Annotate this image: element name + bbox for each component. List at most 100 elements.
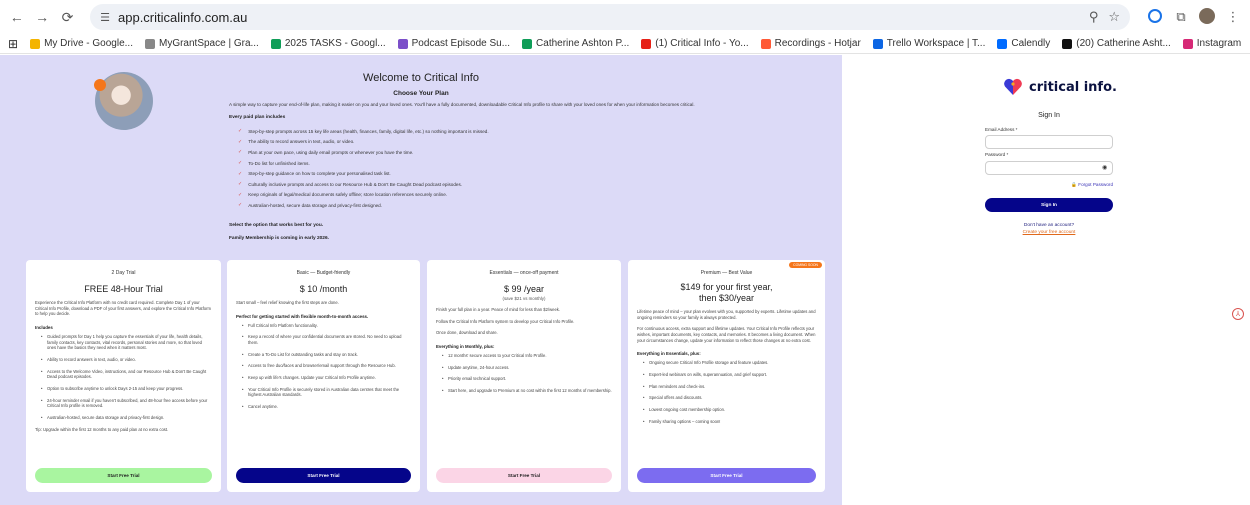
premium-card: COMING SOON Premium — Best Value $149 fo…	[628, 260, 825, 492]
card-includes: Includes	[35, 325, 53, 331]
bookmark-favicon-icon	[144, 38, 155, 49]
bookmark-item[interactable]: (1) Critical Info - Yo...	[641, 38, 749, 49]
every-plan-heading: Every paid plan includes	[229, 115, 286, 120]
bookmark-item[interactable]: Catherine Ashton P...	[522, 38, 629, 49]
card-list-item: Access to free duo/faces and browser/ema…	[242, 363, 411, 369]
card-items: Guided prompts for Day 1 help you captur…	[35, 334, 212, 421]
feature-item: ✓ To-Do list for unfinished items.	[238, 158, 798, 169]
password-label: Password *	[985, 152, 1009, 157]
password-input[interactable]	[985, 161, 1113, 175]
extensions-puzzle-icon[interactable]: ⧉	[1170, 9, 1192, 25]
card-list-item: Australian-hosted, secure data storage a…	[41, 415, 212, 421]
bookmark-label: 2025 TASKS - Googl...	[284, 38, 386, 49]
choose-plan-heading: Choose Your Plan	[393, 90, 449, 97]
bookmark-item[interactable]: MyGrantSpace | Gra...	[144, 38, 259, 49]
bookmark-item[interactable]: (20) Catherine Asht...	[1062, 38, 1171, 49]
bookmark-label: My Drive - Google...	[44, 38, 133, 49]
card-desc-1: Lifetime peace of mind – your plan evolv…	[637, 309, 816, 320]
card-title: Premium — Best Value	[700, 270, 753, 276]
bookmark-label: Podcast Episode Su...	[411, 38, 511, 49]
sidebar-extension-icon[interactable]: ⅄	[1232, 308, 1244, 320]
bookmark-label: Catherine Ashton P...	[536, 38, 630, 49]
feature-item: ✓ Culturally inclusive prompts and access…	[238, 179, 798, 190]
profile-avatar[interactable]	[1196, 7, 1218, 27]
bookmark-item[interactable]: My Drive - Google...	[30, 38, 133, 49]
card-heading: Everything in Monthly, plus:	[436, 344, 495, 350]
reload-icon[interactable]: ⟳	[57, 6, 78, 28]
card-price: $ 99 /year	[503, 284, 545, 294]
basic-card: Basic — Budget-friendly $ 10 /month Star…	[227, 260, 420, 492]
card-items: Full Critical Info Platform functionalit…	[236, 323, 411, 410]
essentials-card: Essentials — once-off payment $ 99 /year…	[427, 260, 621, 492]
bookmark-item[interactable]: Instagram	[1182, 38, 1241, 49]
feature-text: Plan at your own pace, using daily email…	[248, 149, 414, 155]
feature-item: ✓ Step-by-step guidance on how to complet…	[238, 168, 798, 179]
check-icon: ✓	[238, 160, 243, 167]
card-items: 12 months' secure access to your Critica…	[436, 353, 612, 394]
feature-item: ✓ Step-by-step prompts across 15 key life…	[238, 126, 798, 137]
basic-start-button[interactable]: Start Free Trial	[236, 468, 411, 483]
card-list-item: Your Critical Info Profile is securely s…	[242, 387, 411, 398]
card-list-item: Start here, and upgrade to Premium at no…	[442, 388, 612, 394]
trial-start-button[interactable]: Start Free Trial	[35, 468, 212, 483]
bookmark-label: MyGrantSpace | Gra...	[158, 38, 259, 49]
feature-item: ✓ Keep originals of legal/medical documen…	[238, 190, 798, 201]
premium-start-button[interactable]: Start Free Trial	[637, 468, 816, 483]
create-account-link[interactable]: Create your free account	[985, 230, 1113, 235]
card-list-item: Keep a record of where your confidential…	[242, 334, 411, 345]
card-list-item: Ability to record answers in text, audio…	[41, 357, 212, 363]
menu-icon[interactable]: ⋮	[1222, 9, 1244, 25]
feature-text: Step-by-step prompts across 15 key life …	[248, 128, 489, 134]
card-heading: Everything in Essentials, plus:	[637, 351, 701, 357]
card-desc-1: Finish your full plan in a year. Peace o…	[436, 307, 561, 312]
page: Welcome to Critical Info Choose Your Pla…	[0, 55, 1250, 505]
card-price: FREE 48-Hour Trial	[84, 284, 163, 294]
plan-panel: Welcome to Critical Info Choose Your Pla…	[0, 55, 842, 505]
email-input[interactable]	[985, 135, 1113, 149]
feature-text: The ability to record answers in text, a…	[248, 139, 355, 145]
bookmark-favicon-icon	[641, 38, 652, 49]
card-list-item: Guided prompts for Day 1 help you captur…	[41, 334, 212, 351]
check-icon: ✓	[238, 170, 243, 177]
essentials-start-button[interactable]: Start Free Trial	[436, 468, 612, 483]
card-list-item: Create a To-Do List for outstanding task…	[242, 352, 411, 358]
extension-icon[interactable]	[1144, 8, 1166, 26]
bookmark-label: Calendly	[1011, 38, 1051, 49]
site-info-icon[interactable]: ☰	[100, 11, 110, 24]
apps-grid-icon[interactable]: ⊞	[8, 37, 18, 51]
card-list-item: Lowest ongoing cost membership option.	[643, 407, 816, 413]
zoom-icon[interactable]: ⚲	[1089, 9, 1099, 25]
card-desc-3: Once done, download and share.	[436, 330, 498, 336]
card-heading: Perfect for getting started with flexibl…	[236, 313, 369, 319]
card-list-item: 12 months' secure access to your Critica…	[442, 353, 612, 359]
bookmarks-bar: ⊞ My Drive - Google... MyGrantSpace | Gra…	[0, 34, 1250, 54]
check-icon: ✓	[238, 202, 243, 209]
bookmark-item[interactable]: Podcast Episode Su...	[397, 38, 511, 49]
bookmark-item[interactable]: Trello Workspace | T...	[872, 38, 985, 49]
bookmark-label: (20) Catherine Asht...	[1076, 38, 1171, 49]
bookmark-item[interactable]: Calendly	[997, 38, 1050, 49]
card-tip: Tip: Upgrade within the first 12 months …	[35, 426, 169, 432]
bookmark-item[interactable]: 2025 TASKS - Googl...	[270, 38, 386, 49]
card-list-item: Ongoing secure Critical Info Profile sto…	[643, 360, 816, 366]
card-list-item: Cancel anytime.	[242, 404, 411, 410]
select-note: Select the option that works best for yo…	[229, 223, 324, 228]
coming-soon-badge: COMING SOON	[789, 262, 822, 268]
no-account-text: Don't have an account?	[1023, 223, 1075, 228]
signin-button[interactable]: Sign In	[985, 198, 1113, 212]
address-bar[interactable]: ☰ app.criticalinfo.com.au ⚲ ☆	[90, 4, 1131, 30]
bookmark-star-icon[interactable]: ☆	[1108, 9, 1120, 25]
card-price: $ 10 /month	[299, 284, 348, 294]
family-note: Family Membership is coming in early 202…	[229, 236, 329, 241]
intro-text: A simple way to capture your end-of-life…	[229, 102, 695, 107]
bookmark-label: Recordings - Hotjar	[774, 38, 861, 49]
feature-item: ✓ Australian-hosted, secure data storage …	[238, 200, 798, 211]
feature-text: To-Do list for unfinished items.	[248, 160, 310, 166]
card-title: Essentials — once-off payment	[489, 270, 559, 276]
card-list-item: Keep up with life's changes. Update your…	[242, 375, 411, 381]
back-icon[interactable]: ←	[6, 6, 27, 28]
forward-icon[interactable]: →	[31, 6, 52, 28]
forgot-password-link[interactable]: 🔒 Forgot Password	[1043, 182, 1113, 188]
bookmark-item[interactable]: Recordings - Hotjar	[760, 38, 861, 49]
show-password-icon[interactable]: ◉	[1102, 164, 1107, 171]
